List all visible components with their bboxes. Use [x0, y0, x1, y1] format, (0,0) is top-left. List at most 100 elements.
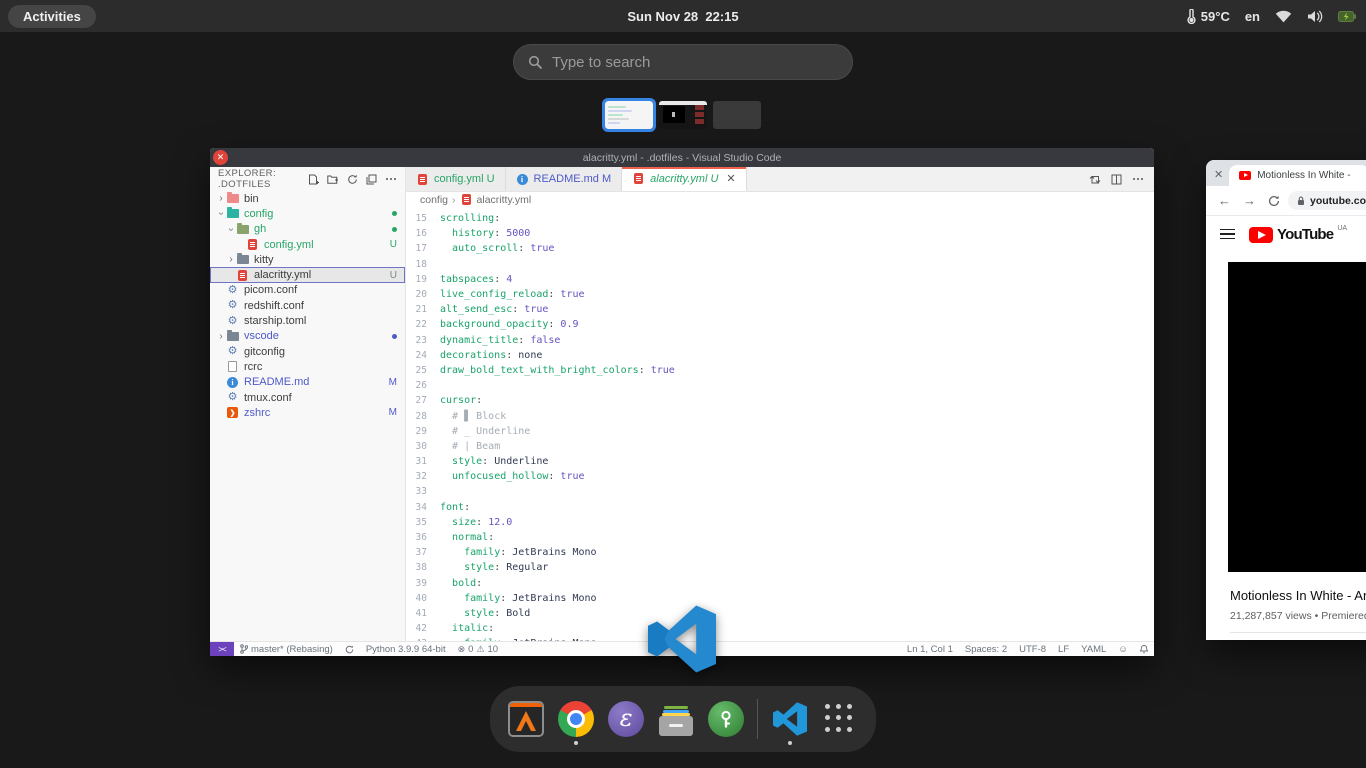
- breadcrumb[interactable]: config › alacritty.yml: [406, 192, 1154, 207]
- notifications-bell-icon[interactable]: [1134, 645, 1154, 654]
- more-icon[interactable]: [1132, 177, 1144, 181]
- window-close-icon[interactable]: ✕: [213, 150, 228, 165]
- code-line-30[interactable]: 30 # | Beam: [406, 439, 1154, 454]
- forward-button[interactable]: →: [1239, 193, 1260, 208]
- tab-close-icon[interactable]: ✕: [1212, 168, 1229, 186]
- explorer-item-bin[interactable]: ›bin: [210, 191, 405, 206]
- code-line-34[interactable]: 34font:: [406, 500, 1154, 515]
- explorer-item-picom-conf[interactable]: ⚙picom.conf: [210, 283, 405, 298]
- code-line-41[interactable]: 41 style: Bold: [406, 606, 1154, 621]
- breadcrumb-file[interactable]: alacritty.yml: [477, 194, 532, 206]
- explorer-item-gitconfig[interactable]: ⚙gitconfig: [210, 344, 405, 359]
- explorer-item-config[interactable]: ›config: [210, 206, 405, 221]
- code-line-27[interactable]: 27cursor:: [406, 393, 1154, 408]
- sync-button[interactable]: [339, 642, 360, 656]
- python-interpreter[interactable]: Python 3.9.9 64-bit: [360, 642, 452, 656]
- workspace-youtube[interactable]: [659, 101, 707, 129]
- code-line-42[interactable]: 42 italic:: [406, 621, 1154, 636]
- battery-icon[interactable]: [1338, 11, 1356, 22]
- code-line-19[interactable]: 19tabspaces: 4: [406, 272, 1154, 287]
- code-line-21[interactable]: 21alt_send_esc: true: [406, 302, 1154, 317]
- vscode-title-bar[interactable]: alacritty.yml - .dotfiles - Visual Studi…: [210, 148, 1154, 167]
- explorer-item-zshrc[interactable]: ❯zshrcM: [210, 405, 405, 420]
- workspace-vscode[interactable]: [605, 101, 653, 129]
- eol-setting[interactable]: LF: [1052, 644, 1075, 655]
- explorer-item-kitty[interactable]: ›kitty: [210, 252, 405, 267]
- vscode-window[interactable]: ✕ alacritty.yml - .dotfiles - Visual Stu…: [210, 148, 1154, 656]
- code-line-37[interactable]: 37 family: JetBrains Mono: [406, 545, 1154, 560]
- code-line-18[interactable]: 18: [406, 257, 1154, 272]
- remote-indicator[interactable]: ><: [210, 642, 234, 656]
- collapse-folders-icon[interactable]: [366, 174, 377, 185]
- menu-icon[interactable]: [1220, 229, 1235, 240]
- code-line-20[interactable]: 20live_config_reload: true: [406, 287, 1154, 302]
- indentation-setting[interactable]: Spaces: 2: [959, 644, 1013, 655]
- encoding-setting[interactable]: UTF-8: [1013, 644, 1052, 655]
- more-icon[interactable]: [385, 177, 397, 181]
- explorer-item-alacritty-yml[interactable]: alacritty.ymlU: [210, 267, 405, 282]
- code-line-28[interactable]: 28 # ▋ Block: [406, 408, 1154, 423]
- code-line-35[interactable]: 35 size: 12.0: [406, 515, 1154, 530]
- split-editor-icon[interactable]: [1111, 174, 1122, 185]
- new-file-icon[interactable]: [308, 174, 319, 185]
- feedback-icon[interactable]: ☺: [1112, 644, 1134, 655]
- explorer-item-rcrc[interactable]: rcrc: [210, 359, 405, 374]
- tab-close-icon[interactable]: ✕: [726, 172, 735, 185]
- dock-item-keepassxc[interactable]: [707, 695, 744, 743]
- code-line-29[interactable]: 29 # _ Underline: [406, 424, 1154, 439]
- new-folder-icon[interactable]: [327, 174, 339, 185]
- code-editor[interactable]: 15scrolling:16 history: 500017 auto_scro…: [406, 207, 1154, 641]
- reload-button[interactable]: [1264, 195, 1284, 207]
- volume-icon[interactable]: [1307, 10, 1323, 23]
- code-line-38[interactable]: 38 style: Regular: [406, 560, 1154, 575]
- code-line-15[interactable]: 15scrolling:: [406, 211, 1154, 226]
- tab-alacritty-yml[interactable]: alacritty.yml U✕: [622, 167, 746, 191]
- explorer-item-redshift-conf[interactable]: ⚙redshift.conf: [210, 298, 405, 313]
- code-line-32[interactable]: 32 unfocused_hollow: true: [406, 469, 1154, 484]
- code-line-24[interactable]: 24decorations: none: [406, 348, 1154, 363]
- video-player[interactable]: [1228, 262, 1366, 572]
- dock-item-alacritty[interactable]: [508, 695, 545, 743]
- language-mode[interactable]: YAML: [1075, 644, 1112, 655]
- address-bar[interactable]: youtube.com/wa: [1288, 191, 1366, 210]
- workspace-empty[interactable]: [713, 101, 761, 129]
- code-line-23[interactable]: 23dynamic_title: false: [406, 333, 1154, 348]
- code-line-40[interactable]: 40 family: JetBrains Mono: [406, 591, 1154, 606]
- git-branch-status[interactable]: master* (Rebasing): [234, 642, 339, 656]
- chrome-tab[interactable]: Motionless In White -: [1229, 165, 1366, 186]
- explorer-item-vscode[interactable]: ›vscode: [210, 329, 405, 344]
- code-line-16[interactable]: 16 history: 5000: [406, 226, 1154, 241]
- code-line-36[interactable]: 36 normal:: [406, 530, 1154, 545]
- explorer-item-tmux-conf[interactable]: ⚙tmux.conf: [210, 390, 405, 405]
- explorer-item-gh[interactable]: ›gh: [210, 222, 405, 237]
- code-line-25[interactable]: 25draw_bold_text_with_bright_colors: tru…: [406, 363, 1154, 378]
- tab-config-yml[interactable]: config.yml U: [406, 167, 506, 191]
- dock-item-emacs[interactable]: ε: [608, 695, 645, 743]
- code-line-39[interactable]: 39 bold:: [406, 576, 1154, 591]
- code-line-26[interactable]: 26: [406, 378, 1154, 393]
- system-tray[interactable]: 59°C en: [1186, 0, 1356, 32]
- problems-status[interactable]: ⊗ 0 ⚠ 10: [452, 642, 505, 656]
- code-line-22[interactable]: 22background_opacity: 0.9: [406, 317, 1154, 332]
- breadcrumb-folder[interactable]: config: [420, 194, 448, 206]
- search-input[interactable]: Type to search: [513, 44, 853, 80]
- open-changes-icon[interactable]: [1089, 174, 1101, 185]
- back-button[interactable]: ←: [1214, 193, 1235, 208]
- code-line-31[interactable]: 31 style: Underline: [406, 454, 1154, 469]
- explorer-item-readme-md[interactable]: iREADME.mdM: [210, 375, 405, 390]
- code-line-17[interactable]: 17 auto_scroll: true: [406, 241, 1154, 256]
- tab-readme-md[interactable]: iREADME.md M: [506, 167, 623, 191]
- wifi-icon[interactable]: [1275, 10, 1292, 23]
- chrome-window[interactable]: ✕ Motionless In White - ← → youtube.com/…: [1206, 160, 1366, 640]
- code-line-33[interactable]: 33: [406, 484, 1154, 499]
- keyboard-layout[interactable]: en: [1245, 9, 1260, 24]
- dock-item-files[interactable]: [658, 695, 695, 743]
- vscode-app-icon[interactable]: [648, 605, 716, 673]
- dock-item-app-grid[interactable]: [821, 695, 858, 743]
- dock-item-chrome[interactable]: [558, 695, 595, 743]
- dock-item-vscode[interactable]: [771, 695, 808, 743]
- refresh-icon[interactable]: [347, 174, 358, 185]
- temperature-indicator[interactable]: 59°C: [1186, 9, 1230, 24]
- explorer-item-config-yml[interactable]: config.ymlU: [210, 237, 405, 252]
- explorer-item-starship-toml[interactable]: ⚙starship.toml: [210, 313, 405, 328]
